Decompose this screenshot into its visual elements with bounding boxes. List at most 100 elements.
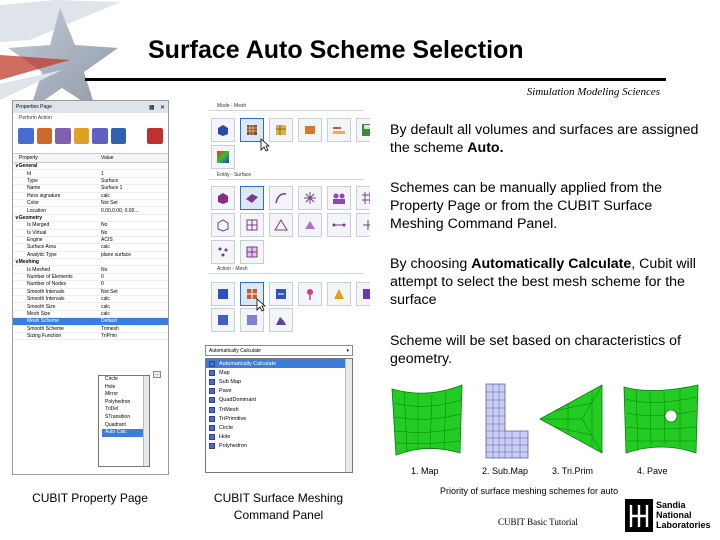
- property-row[interactable]: Location 0.00,0.00, 0.00...: [13, 207, 168, 215]
- scheme-option[interactable]: Map: [206, 368, 352, 377]
- property-dropdown-option[interactable]: Auto Calc: [102, 429, 149, 437]
- property-group-row[interactable]: Meshing: [13, 259, 168, 267]
- action-refine-button[interactable]: [356, 282, 370, 306]
- entity-tri-button[interactable]: [298, 213, 322, 237]
- quality-button[interactable]: [73, 128, 90, 144]
- scheme-option[interactable]: QuadDominant: [206, 396, 352, 405]
- action-quality-button[interactable]: [327, 282, 351, 306]
- property-group-row[interactable]: General: [13, 163, 168, 171]
- entity-curve-button[interactable]: [269, 186, 293, 210]
- property-dropdown-option[interactable]: Circle: [102, 376, 149, 384]
- property-name: Type: [27, 177, 38, 184]
- entity-scatter-button[interactable]: [211, 240, 235, 264]
- property-group-row[interactable]: Geometry: [13, 215, 168, 223]
- scheme-option[interactable]: TriPrimitive: [206, 414, 352, 423]
- mode-row-2: [211, 145, 235, 169]
- scheme-option[interactable]: Polyhedron: [206, 442, 352, 451]
- scheme-option[interactable]: Circle: [206, 423, 352, 432]
- chevron-down-icon[interactable]: ▾: [346, 348, 349, 354]
- mode-quality-button[interactable]: [327, 118, 351, 142]
- smooth-button[interactable]: [92, 128, 108, 144]
- property-row[interactable]: Hess signature calc: [13, 193, 168, 200]
- entity-vertex-button[interactable]: [298, 186, 322, 210]
- property-row[interactable]: Number of Elements 0: [13, 274, 168, 282]
- property-row[interactable]: Mesh Scheme Default: [13, 318, 168, 326]
- property-row[interactable]: Surface Area calc: [13, 244, 168, 252]
- entity-quad-button[interactable]: [240, 213, 264, 237]
- scheme-option[interactable]: TriMesh: [206, 405, 352, 414]
- entity-tet-button[interactable]: [269, 213, 293, 237]
- pin-icon[interactable]: ▦: [149, 105, 155, 111]
- scheme-dropdown-list[interactable]: Automatically Calculate Map Sub Map Pave Qua…: [205, 358, 353, 473]
- scheme-option[interactable]: Sub Map: [206, 377, 352, 386]
- property-row[interactable]: Analytic Type plane surface: [13, 252, 168, 260]
- scheme-option[interactable]: Hole: [206, 433, 352, 442]
- property-dropdown-option[interactable]: TriDel: [102, 406, 149, 414]
- scheme-option[interactable]: Pave: [206, 387, 352, 396]
- save-icon[interactable]: [356, 118, 370, 142]
- mode-nodes-button[interactable]: [298, 118, 322, 142]
- scheme-select[interactable]: Automatically Calculate ▾: [205, 345, 353, 356]
- pin-tool-button[interactable]: [55, 128, 71, 144]
- property-scheme-dropdown[interactable]: Circle Hole Mirror Polyhedron TriDel STransit…: [98, 375, 150, 467]
- mesh-tool-button[interactable]: [36, 128, 53, 144]
- entity-table-button[interactable]: [240, 240, 264, 264]
- property-row[interactable]: Id 1: [13, 170, 168, 178]
- entity-grid-button[interactable]: [356, 186, 370, 210]
- property-row[interactable]: Is Virtual No: [13, 230, 168, 237]
- action-smooth-button[interactable]: [211, 308, 235, 332]
- property-row[interactable]: Name Surface 1: [13, 185, 168, 193]
- action-size-button[interactable]: [269, 282, 293, 306]
- caption-command-panel-2: Command Panel: [233, 508, 324, 522]
- dots-button[interactable]: ...: [153, 371, 161, 378]
- dropdown-scrollbar[interactable]: [345, 359, 352, 472]
- property-value: 0.00,0.00, 0.00...: [101, 207, 139, 214]
- property-page-header: Properties Page ▦ ✕: [13, 101, 168, 113]
- action-sweep-button[interactable]: [269, 308, 293, 332]
- scheme-option-icon: [209, 397, 215, 404]
- property-row[interactable]: Mesh Size calc: [13, 311, 168, 319]
- refresh-button[interactable]: [110, 128, 127, 144]
- mode-block-button[interactable]: [269, 118, 293, 142]
- property-name: Is Merged: [27, 222, 50, 229]
- property-row[interactable]: Smooth Scheme Trimesh: [13, 326, 168, 333]
- scheme-option-icon: [209, 360, 215, 367]
- property-row[interactable]: Smooth Intervals Not Set: [13, 289, 168, 297]
- scheme-option-label: QuadDominant: [219, 397, 256, 404]
- mode-colormap-button[interactable]: [211, 145, 235, 169]
- property-dropdown-option[interactable]: Mirror: [102, 391, 149, 399]
- property-dropdown-option[interactable]: Quadrant: [102, 422, 149, 430]
- property-row[interactable]: Is Meshed No: [13, 266, 168, 274]
- property-dropdown-option[interactable]: Hole: [102, 384, 149, 392]
- scheme-option-icon: [209, 388, 215, 395]
- delete-mesh-button[interactable]: [147, 128, 164, 144]
- property-row[interactable]: Color Not Set: [13, 200, 168, 208]
- entity-edge-button[interactable]: [327, 213, 351, 237]
- action-pin-button[interactable]: [298, 282, 322, 306]
- entity-mesh-cube-button[interactable]: [211, 186, 235, 210]
- entity-node-button[interactable]: [356, 213, 370, 237]
- property-row[interactable]: Number of Nodes 0: [13, 281, 168, 289]
- entity-surface-button[interactable]: [240, 186, 264, 210]
- cursor-icon: [260, 138, 270, 152]
- mesh-surface-button[interactable]: [18, 128, 34, 144]
- property-row[interactable]: Engine ACIS: [13, 237, 168, 245]
- property-row[interactable]: Type Surface: [13, 177, 168, 186]
- scheme-option[interactable]: Automatically Calculate: [206, 359, 352, 369]
- scheme-option-icon: [209, 424, 215, 431]
- close-icon[interactable]: ✕: [160, 105, 165, 111]
- property-row[interactable]: Sizing Function TriPrim: [13, 333, 168, 341]
- entity-group-button[interactable]: [327, 186, 351, 210]
- property-dropdown-option[interactable]: STransition: [102, 414, 149, 422]
- property-value: TriPrim: [101, 333, 117, 340]
- scheme-label-pave: 4. Pave: [637, 466, 668, 476]
- entity-hex-button[interactable]: [211, 213, 235, 237]
- property-dropdown-option[interactable]: Polyhedron: [102, 399, 149, 407]
- dropdown-scrollbar[interactable]: [143, 376, 149, 466]
- property-row[interactable]: Is Merged No: [13, 222, 168, 230]
- property-row[interactable]: Smooth Size calc: [13, 303, 168, 311]
- mode-volume-button[interactable]: [211, 118, 235, 142]
- action-mesh-button[interactable]: [211, 282, 235, 306]
- scheme-option-icon: [209, 378, 215, 385]
- property-row[interactable]: Smooth Intervals calc: [13, 296, 168, 304]
